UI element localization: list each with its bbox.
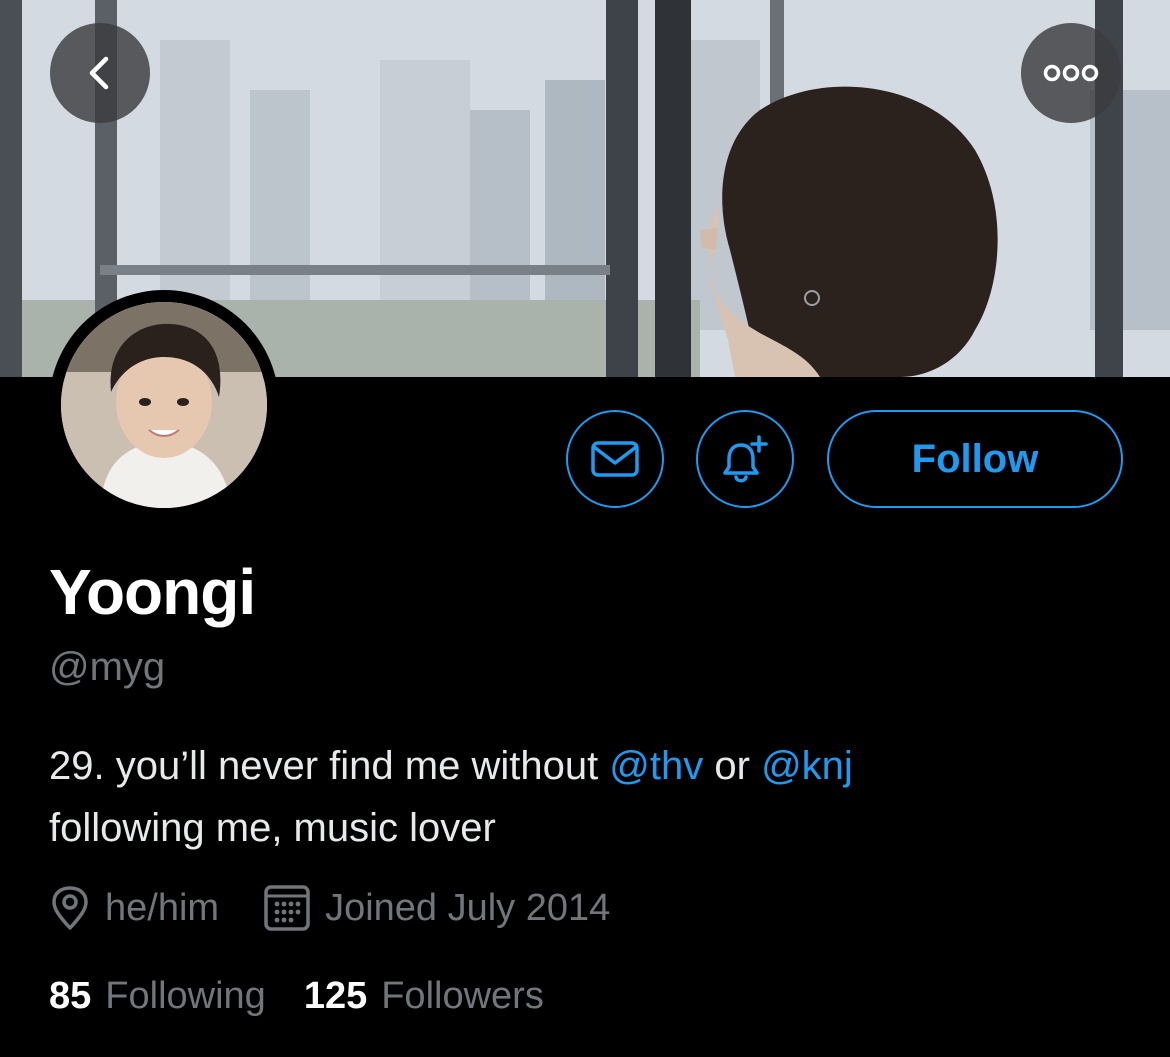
message-button[interactable] [566,410,664,508]
user-handle: @myg [49,645,166,689]
following-label: Following [105,975,266,1017]
follow-button[interactable]: Follow [827,410,1123,508]
more-options-button[interactable] [1021,23,1121,123]
mail-icon [591,441,639,477]
bio-text: or [703,744,762,788]
joined-item: Joined July 2014 [263,884,610,932]
back-button[interactable] [50,23,150,123]
profile-stats: 85 Following 125 Followers [49,975,544,1018]
followers-count: 125 [303,975,368,1017]
bio-mention-thv[interactable]: @thv [609,744,703,788]
avatar-photo [61,302,267,508]
more-horizontal-icon [1043,64,1099,82]
display-name: Yoongi [49,556,256,628]
location-item: he/him [49,885,219,931]
avatar[interactable] [49,290,279,520]
calendar-icon [264,885,310,931]
location-text: he/him [105,886,220,929]
followers-link[interactable]: 125 Followers [304,975,544,1018]
joined-text: Joined July 2014 [325,886,611,929]
following-link[interactable]: 85 Following [49,975,266,1018]
bio-text: following me, music lover [49,806,496,850]
location-pin-icon [52,886,88,930]
following-count: 85 [49,975,92,1017]
profile-meta: he/him Joined July 2014 [49,880,610,936]
profile-bio: 29. you’ll never find me without @thv or… [49,735,1119,859]
notifications-button[interactable] [696,410,794,508]
chevron-left-icon [89,56,109,90]
bell-plus-icon [723,435,768,483]
bio-text: 29. you’ll never find me without [49,744,610,788]
bio-mention-knj[interactable]: @knj [761,744,853,788]
followers-label: Followers [381,975,544,1017]
